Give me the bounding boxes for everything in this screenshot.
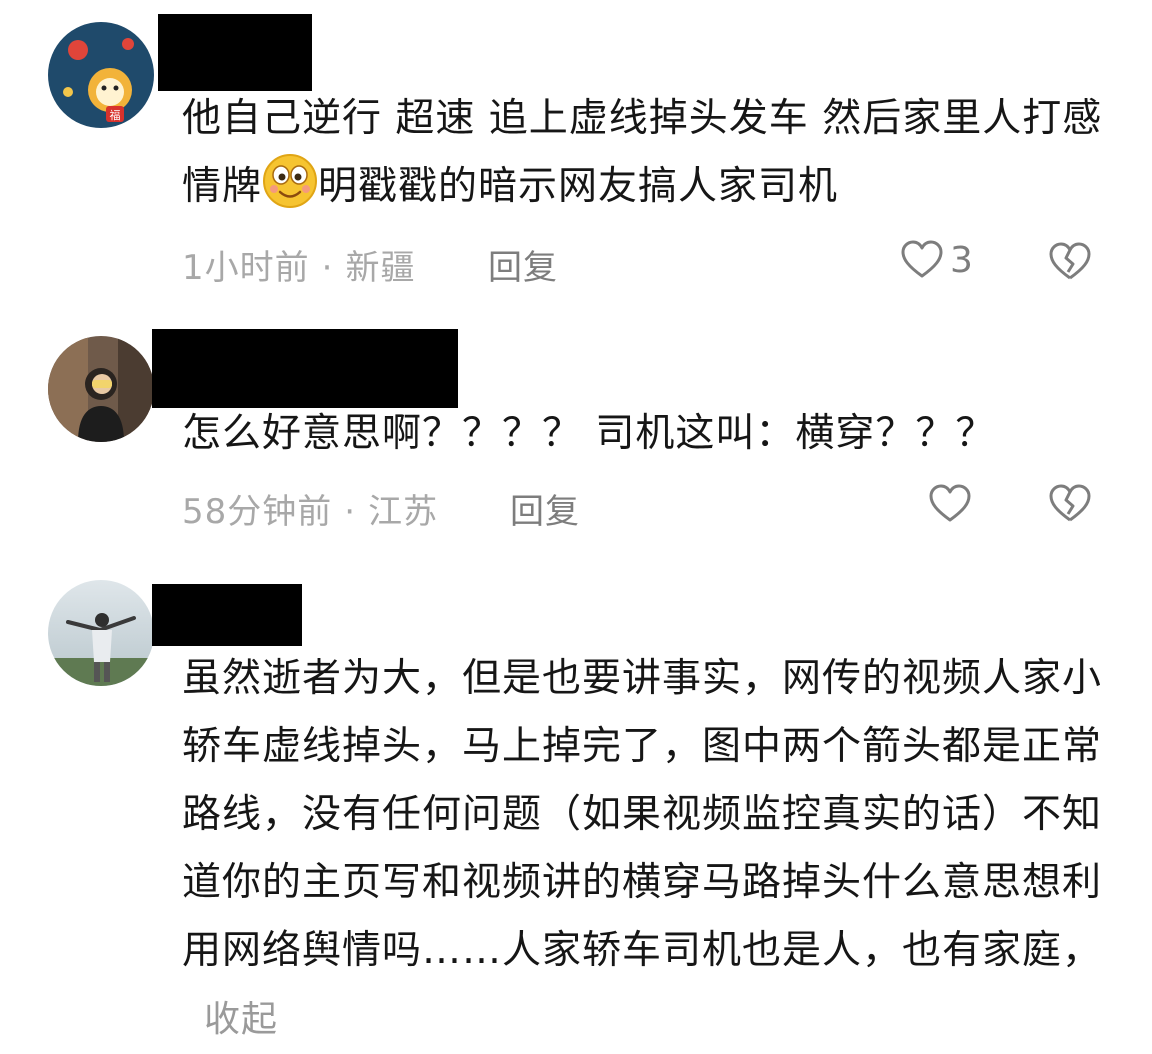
like-count: 3	[950, 239, 973, 281]
comment-location: 江苏	[368, 492, 439, 532]
svg-text:福: 福	[110, 108, 121, 122]
separator-dot: ·	[344, 492, 357, 532]
comment-text-part-2: 明戳戳的暗示网友搞人家司机	[318, 164, 839, 209]
comment-text: 怎么好意思啊？？？？ 司机这叫：横穿？？？	[182, 411, 996, 456]
comment-text: 他自己逆行 超速 追上虚线掉头发车 然后家里人打感情牌 明戳戳的暗示网友搞人家司机	[182, 85, 1112, 221]
avatar-tiger-fu-icon: 福	[48, 22, 154, 128]
comment-location: 新疆	[345, 248, 416, 288]
broken-heart-icon	[1049, 242, 1091, 280]
comment-meta: 1小时前 · 新疆	[182, 240, 415, 289]
comment-text: 虽然逝者为大，但是也要讲事实，网传的视频人家小轿车虚线掉头，马上掉完了，图中两个…	[182, 645, 1102, 1054]
username-redacted[interactable]	[152, 329, 458, 408]
comment-text-content: 虽然逝者为大，但是也要讲事实，网传的视频人家小轿车虚线掉头，马上掉完了，图中两个…	[182, 656, 1103, 973]
avatar-3[interactable]	[48, 580, 154, 686]
heart-outline-icon	[901, 240, 943, 278]
dislike-button[interactable]	[1046, 238, 1094, 290]
like-button[interactable]	[926, 480, 978, 528]
comment-meta: 58分钟前 · 江苏	[182, 484, 438, 533]
comment-time: 58分钟前	[182, 492, 333, 532]
broken-heart-icon	[1049, 484, 1091, 522]
wink-smile-emoji-icon	[263, 154, 318, 208]
username-redacted[interactable]	[158, 14, 312, 91]
dislike-button[interactable]	[1046, 480, 1094, 532]
separator-dot: ·	[321, 248, 334, 288]
username-redacted[interactable]	[152, 584, 302, 646]
reply-button[interactable]: 回复	[510, 484, 580, 533]
avatar-landscape-photo-icon	[48, 580, 154, 686]
heart-outline-icon	[929, 484, 971, 522]
like-button[interactable]: 3	[898, 236, 973, 284]
collapse-button[interactable]: 收起	[204, 999, 278, 1040]
avatar-1[interactable]: 福	[48, 22, 154, 128]
reply-button[interactable]: 回复	[488, 240, 558, 289]
avatar-person-photo-icon	[48, 336, 154, 442]
comment-time: 1小时前	[182, 248, 310, 288]
avatar-2[interactable]	[48, 336, 154, 442]
